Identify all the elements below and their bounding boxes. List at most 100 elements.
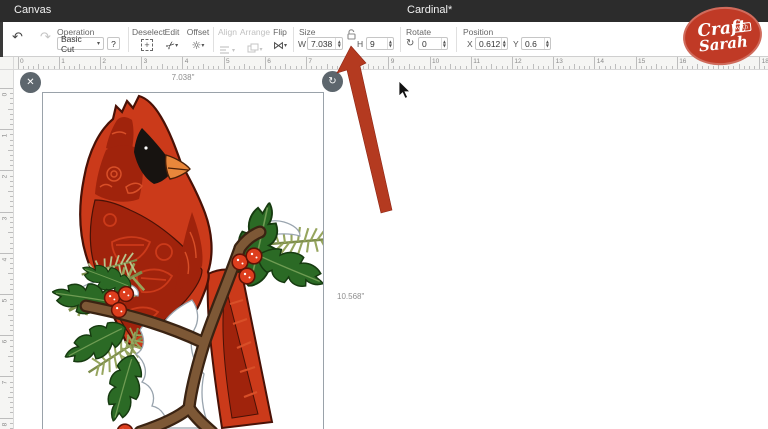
height-field[interactable]: ▲▼ xyxy=(366,37,394,50)
position-y-field[interactable]: ▲▼ xyxy=(521,37,551,50)
delete-selection-button[interactable]: ✕ xyxy=(20,72,41,93)
offset-menu-button[interactable]: ☼▾ xyxy=(184,39,212,52)
flip-label: Flip xyxy=(266,27,294,37)
ruler-minor-tick xyxy=(327,64,328,69)
ruler-minor-tick xyxy=(744,66,745,69)
ruler-number: 16 xyxy=(679,58,686,65)
ruler-minor-tick xyxy=(54,66,55,69)
logo-text-sarah: Sarah xyxy=(698,34,748,53)
ruler-minor-tick xyxy=(10,140,13,141)
ruler-minor-tick xyxy=(8,356,13,357)
ruler-minor-tick xyxy=(8,273,13,274)
position-x-stepper[interactable]: ▲▼ xyxy=(501,38,507,49)
ruler-minor-tick xyxy=(342,66,343,69)
rotate-input[interactable] xyxy=(419,38,441,49)
ruler-minor-tick xyxy=(10,340,13,341)
ruler-minor-tick xyxy=(10,263,13,264)
ruler-minor-tick xyxy=(502,66,503,69)
ruler-minor-tick xyxy=(764,66,765,69)
stepper-down-icon[interactable]: ▼ xyxy=(546,44,549,48)
ruler-minor-tick xyxy=(10,268,13,269)
ruler-number: 4 xyxy=(2,255,9,263)
position-y-stepper[interactable]: ▲▼ xyxy=(544,38,550,49)
canvas-menu-label[interactable]: Canvas xyxy=(14,4,51,16)
toolbar-divider xyxy=(293,27,294,52)
chevron-down-icon: ▾ xyxy=(284,42,287,49)
ruler-minor-tick xyxy=(84,66,85,69)
ruler-minor-tick xyxy=(301,66,302,69)
ruler-tick xyxy=(265,57,266,70)
ruler-minor-tick xyxy=(146,66,147,69)
y-letter: Y xyxy=(513,39,519,49)
undo-icon[interactable]: ↶ xyxy=(12,30,23,45)
redo-icon[interactable]: ↷ xyxy=(40,30,51,45)
ruler-tick xyxy=(0,294,14,295)
ruler-corner xyxy=(0,57,14,70)
ruler-minor-tick xyxy=(10,176,13,177)
ruler-minor-tick xyxy=(357,66,358,69)
ruler-minor-tick xyxy=(38,64,39,69)
height-letter: H xyxy=(357,39,363,49)
stepper-down-icon[interactable]: ▼ xyxy=(443,44,446,48)
ruler-minor-tick xyxy=(378,66,379,69)
ruler-minor-tick xyxy=(538,66,539,69)
ruler-minor-tick xyxy=(605,66,606,69)
ruler-number: 15 xyxy=(638,58,645,65)
ruler-number: 2 xyxy=(2,173,9,181)
deselect-icon[interactable]: + xyxy=(141,39,153,51)
ruler-minor-tick xyxy=(749,66,750,69)
ruler-tick xyxy=(100,57,101,70)
width-stepper[interactable]: ▲▼ xyxy=(335,38,342,49)
unlock-icon xyxy=(346,29,357,40)
selection-bounding-box[interactable] xyxy=(42,92,324,429)
ruler-minor-tick xyxy=(558,66,559,69)
ruler-minor-tick xyxy=(393,66,394,69)
ruler-minor-tick xyxy=(692,66,693,69)
ruler-minor-tick xyxy=(363,66,364,69)
ruler-minor-tick xyxy=(48,66,49,69)
rotate-selection-handle[interactable]: ↻ xyxy=(322,71,343,92)
ruler-minor-tick xyxy=(615,64,616,69)
position-x-input[interactable] xyxy=(476,38,501,49)
width-letter: W xyxy=(298,39,306,49)
toolbar-divider xyxy=(128,27,129,52)
ruler-minor-tick xyxy=(491,64,492,69)
flip-menu-button[interactable]: ⋈▾ xyxy=(266,39,294,52)
position-x-field[interactable]: ▲▼ xyxy=(475,37,508,50)
ruler-tick xyxy=(636,57,637,70)
position-y-input[interactable] xyxy=(522,38,544,49)
stepper-down-icon[interactable]: ▼ xyxy=(389,44,392,48)
ruler-minor-tick xyxy=(337,66,338,69)
vertical-ruler: 0 1 2 3 4 5 6 7 8 xyxy=(0,70,14,429)
ruler-tick xyxy=(759,57,760,70)
ruler-minor-tick xyxy=(285,64,286,69)
edit-toolbar: ↶ ↷ Operation Basic Cut ▾ ? Deselect + E… xyxy=(0,22,768,57)
ruler-minor-tick xyxy=(10,392,13,393)
ruler-minor-tick xyxy=(579,66,580,69)
ruler-minor-tick xyxy=(10,304,13,305)
ruler-minor-tick xyxy=(10,299,13,300)
edit-menu-button[interactable]: ✂▾ xyxy=(158,39,186,52)
ruler-minor-tick xyxy=(254,66,255,69)
offset-label: Offset xyxy=(184,27,212,37)
width-input[interactable] xyxy=(308,38,335,49)
rotate-field[interactable]: ▲▼ xyxy=(418,37,448,50)
ruler-minor-tick xyxy=(10,124,13,125)
ruler-minor-tick xyxy=(419,66,420,69)
height-stepper[interactable]: ▲▼ xyxy=(387,38,393,49)
rotate-icon[interactable]: ↻ xyxy=(406,38,414,49)
stepper-down-icon[interactable]: ▼ xyxy=(338,44,341,48)
size-lock-button[interactable] xyxy=(346,27,357,45)
rotate-stepper[interactable]: ▲▼ xyxy=(441,38,447,49)
ruler-minor-tick xyxy=(121,64,122,69)
ruler-minor-tick xyxy=(10,206,13,207)
ruler-minor-tick xyxy=(10,309,13,310)
width-field[interactable]: ▲▼ xyxy=(307,37,343,50)
operation-value: Basic Cut xyxy=(61,34,97,54)
stepper-down-icon[interactable]: ▼ xyxy=(503,44,506,48)
scissors-icon: ✂ xyxy=(163,38,178,54)
operation-dropdown[interactable]: Basic Cut ▾ xyxy=(57,37,104,50)
height-input[interactable] xyxy=(367,38,387,49)
help-button[interactable]: ? xyxy=(107,37,120,50)
ruler-minor-tick xyxy=(507,66,508,69)
